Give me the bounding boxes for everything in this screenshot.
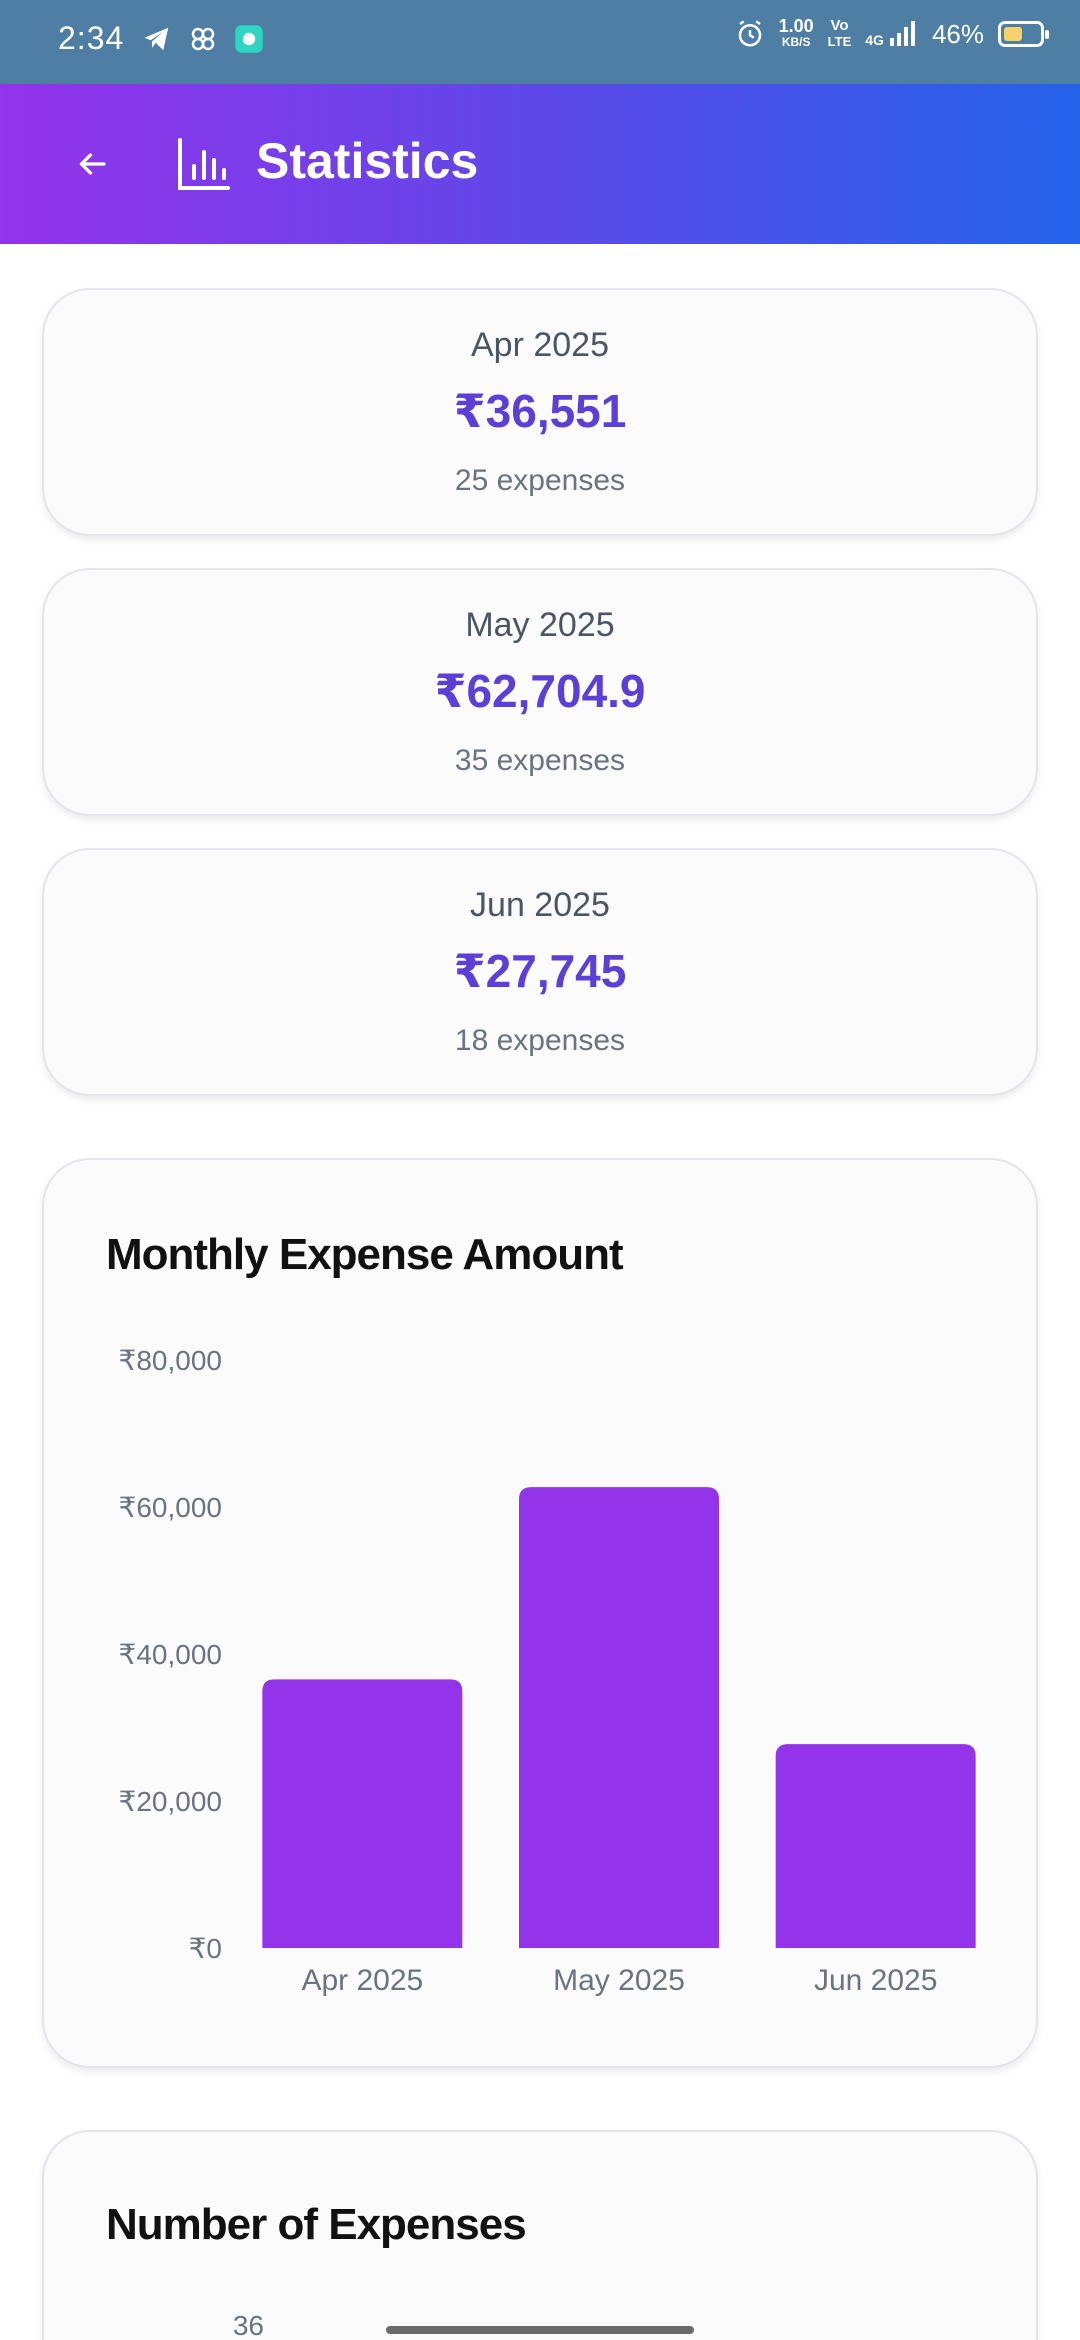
signal-icon [889,21,915,46]
alarm-icon [738,20,761,47]
card-amount: ₹27,745 [453,945,627,997]
telegram-icon [144,27,169,51]
y-tick-label: ₹0 [189,1933,222,1964]
bar-may-2025[interactable] [519,1487,719,1948]
battery-icon [998,21,1049,47]
card-expense-count: 25 expenses [454,464,626,497]
net-speed: 1.00 KB/S [778,16,814,50]
summary-card-apr[interactable]: Apr 2025 ₹36,551 25 expenses [42,288,1038,536]
y-tick-label: ₹60,000 [119,1492,222,1523]
page-title: Statistics [256,133,479,189]
x-tick-label: Apr 2025 [301,1964,423,1997]
pinwheel-icon [191,27,215,51]
arrow-left-icon [79,153,106,175]
battery-percent: 46% [931,18,984,49]
card-month: Apr 2025 [471,326,609,364]
y-tick-label: ₹80,000 [119,1345,222,1376]
y-tick-label: ₹20,000 [119,1786,222,1817]
card-expense-count: 35 expenses [454,744,626,777]
x-tick-label: Jun 2025 [814,1964,937,1997]
count-chart-panel: Number of Expenses 36 [42,2130,1038,2340]
battery-level [1004,27,1022,41]
system-status: 1.00 KB/S Vo LTE 4G 46% [735,16,1049,50]
chat-app-icon [235,25,263,53]
app-bar: Statistics [0,84,1080,244]
back-button[interactable] [64,136,120,192]
count-chart-title: Number of Expenses [106,2200,527,2249]
y-tick-label: ₹40,000 [119,1639,222,1670]
network-label: 4G [865,32,884,48]
screen: 2:34 1.00 KB/S Vo LTE 4G 46% Statistics … [0,0,1080,2340]
card-expense-count: 18 expenses [454,1024,626,1057]
net-speed-value: 1.00 [778,16,814,36]
x-tick-label: May 2025 [553,1964,685,1997]
card-amount: ₹36,551 [453,385,627,437]
volte-indicator: Vo LTE [828,18,852,50]
network-indicator: 4G [865,20,918,48]
net-speed-unit: KB/S [781,35,811,49]
card-amount: ₹62,704.9 [434,665,646,717]
status-bar: 2:34 1.00 KB/S Vo LTE 4G 46% [0,0,1080,84]
count-chart-y-tick: 36 [232,2310,264,2340]
card-month: May 2025 [465,606,615,644]
summary-card-jun[interactable]: Jun 2025 ₹27,745 18 expenses [42,848,1038,1096]
home-indicator[interactable] [386,2326,694,2334]
card-month: Jun 2025 [470,886,610,924]
amount-chart-panel: Monthly Expense Amount ₹0 ₹20,000 ₹40,000 ₹… [42,1158,1038,2068]
volte-bottom: LTE [827,34,852,49]
volte-top: Vo [830,17,849,34]
notification-icons [142,24,264,54]
status-time: 2:34 [58,20,125,56]
summary-card-may[interactable]: May 2025 ₹62,704.9 35 expenses [42,568,1038,816]
bar-jun-2025[interactable] [775,1744,976,1948]
bar-chart-icon [178,138,230,190]
amount-chart: ₹0 ₹20,000 ₹40,000 ₹60,000 ₹80,000 Apr 2025 Ma… [119,1345,976,1997]
bar-apr-2025[interactable] [262,1679,463,1948]
